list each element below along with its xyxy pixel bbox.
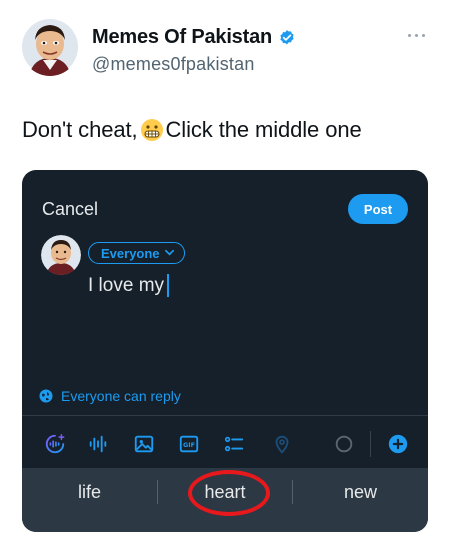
image-icon[interactable] bbox=[132, 432, 156, 456]
cancel-button[interactable]: Cancel bbox=[42, 199, 98, 220]
suggestion-life[interactable]: life bbox=[22, 468, 157, 516]
location-icon[interactable] bbox=[270, 432, 294, 456]
text-cursor bbox=[167, 274, 170, 297]
author-info: Memes Of Pakistan @memes0fpakistan bbox=[92, 26, 296, 75]
compose-input[interactable]: I love my bbox=[88, 274, 170, 297]
divider bbox=[22, 415, 428, 416]
svg-text:GIF: GIF bbox=[183, 441, 195, 449]
gif-icon[interactable]: GIF bbox=[177, 432, 201, 456]
suggestion-new[interactable]: new bbox=[293, 468, 428, 516]
chevron-down-icon bbox=[164, 246, 175, 261]
post-button[interactable]: Post bbox=[348, 194, 408, 224]
keyboard-strip bbox=[22, 516, 428, 532]
toolbar-separator bbox=[370, 431, 371, 457]
more-options-icon[interactable] bbox=[408, 30, 428, 40]
tweet-text-part-1: Don't cheat, bbox=[22, 117, 138, 142]
tweet-text-part-2: Click the middle one bbox=[165, 117, 362, 142]
draft-text: I love my bbox=[88, 274, 165, 296]
verified-badge-icon bbox=[278, 29, 296, 47]
author-avatar[interactable] bbox=[21, 18, 79, 76]
globe-icon bbox=[39, 389, 53, 403]
red-highlight-circle bbox=[188, 470, 270, 516]
author-name[interactable]: Memes Of Pakistan bbox=[92, 26, 272, 49]
add-icon[interactable] bbox=[386, 432, 410, 456]
audience-selector[interactable]: Everyone bbox=[88, 242, 185, 264]
progress-ring-icon bbox=[332, 432, 356, 456]
composer-toolbar: GIF bbox=[22, 426, 428, 462]
composer-avatar bbox=[41, 235, 81, 275]
reply-setting-label: Everyone can reply bbox=[61, 388, 181, 404]
grok-icon[interactable] bbox=[43, 432, 67, 456]
grimacing-face-emoji-icon bbox=[140, 118, 164, 142]
voice-icon[interactable] bbox=[86, 432, 110, 456]
author-handle[interactable]: @memes0fpakistan bbox=[92, 54, 296, 75]
audience-label: Everyone bbox=[101, 245, 160, 261]
tweet-text: Don't cheat, Click the middle one bbox=[22, 117, 362, 143]
embedded-screenshot[interactable]: Cancel Post Everyone I love my Everyone … bbox=[22, 170, 428, 532]
reply-setting[interactable]: Everyone can reply bbox=[39, 388, 181, 404]
poll-icon[interactable] bbox=[222, 432, 246, 456]
